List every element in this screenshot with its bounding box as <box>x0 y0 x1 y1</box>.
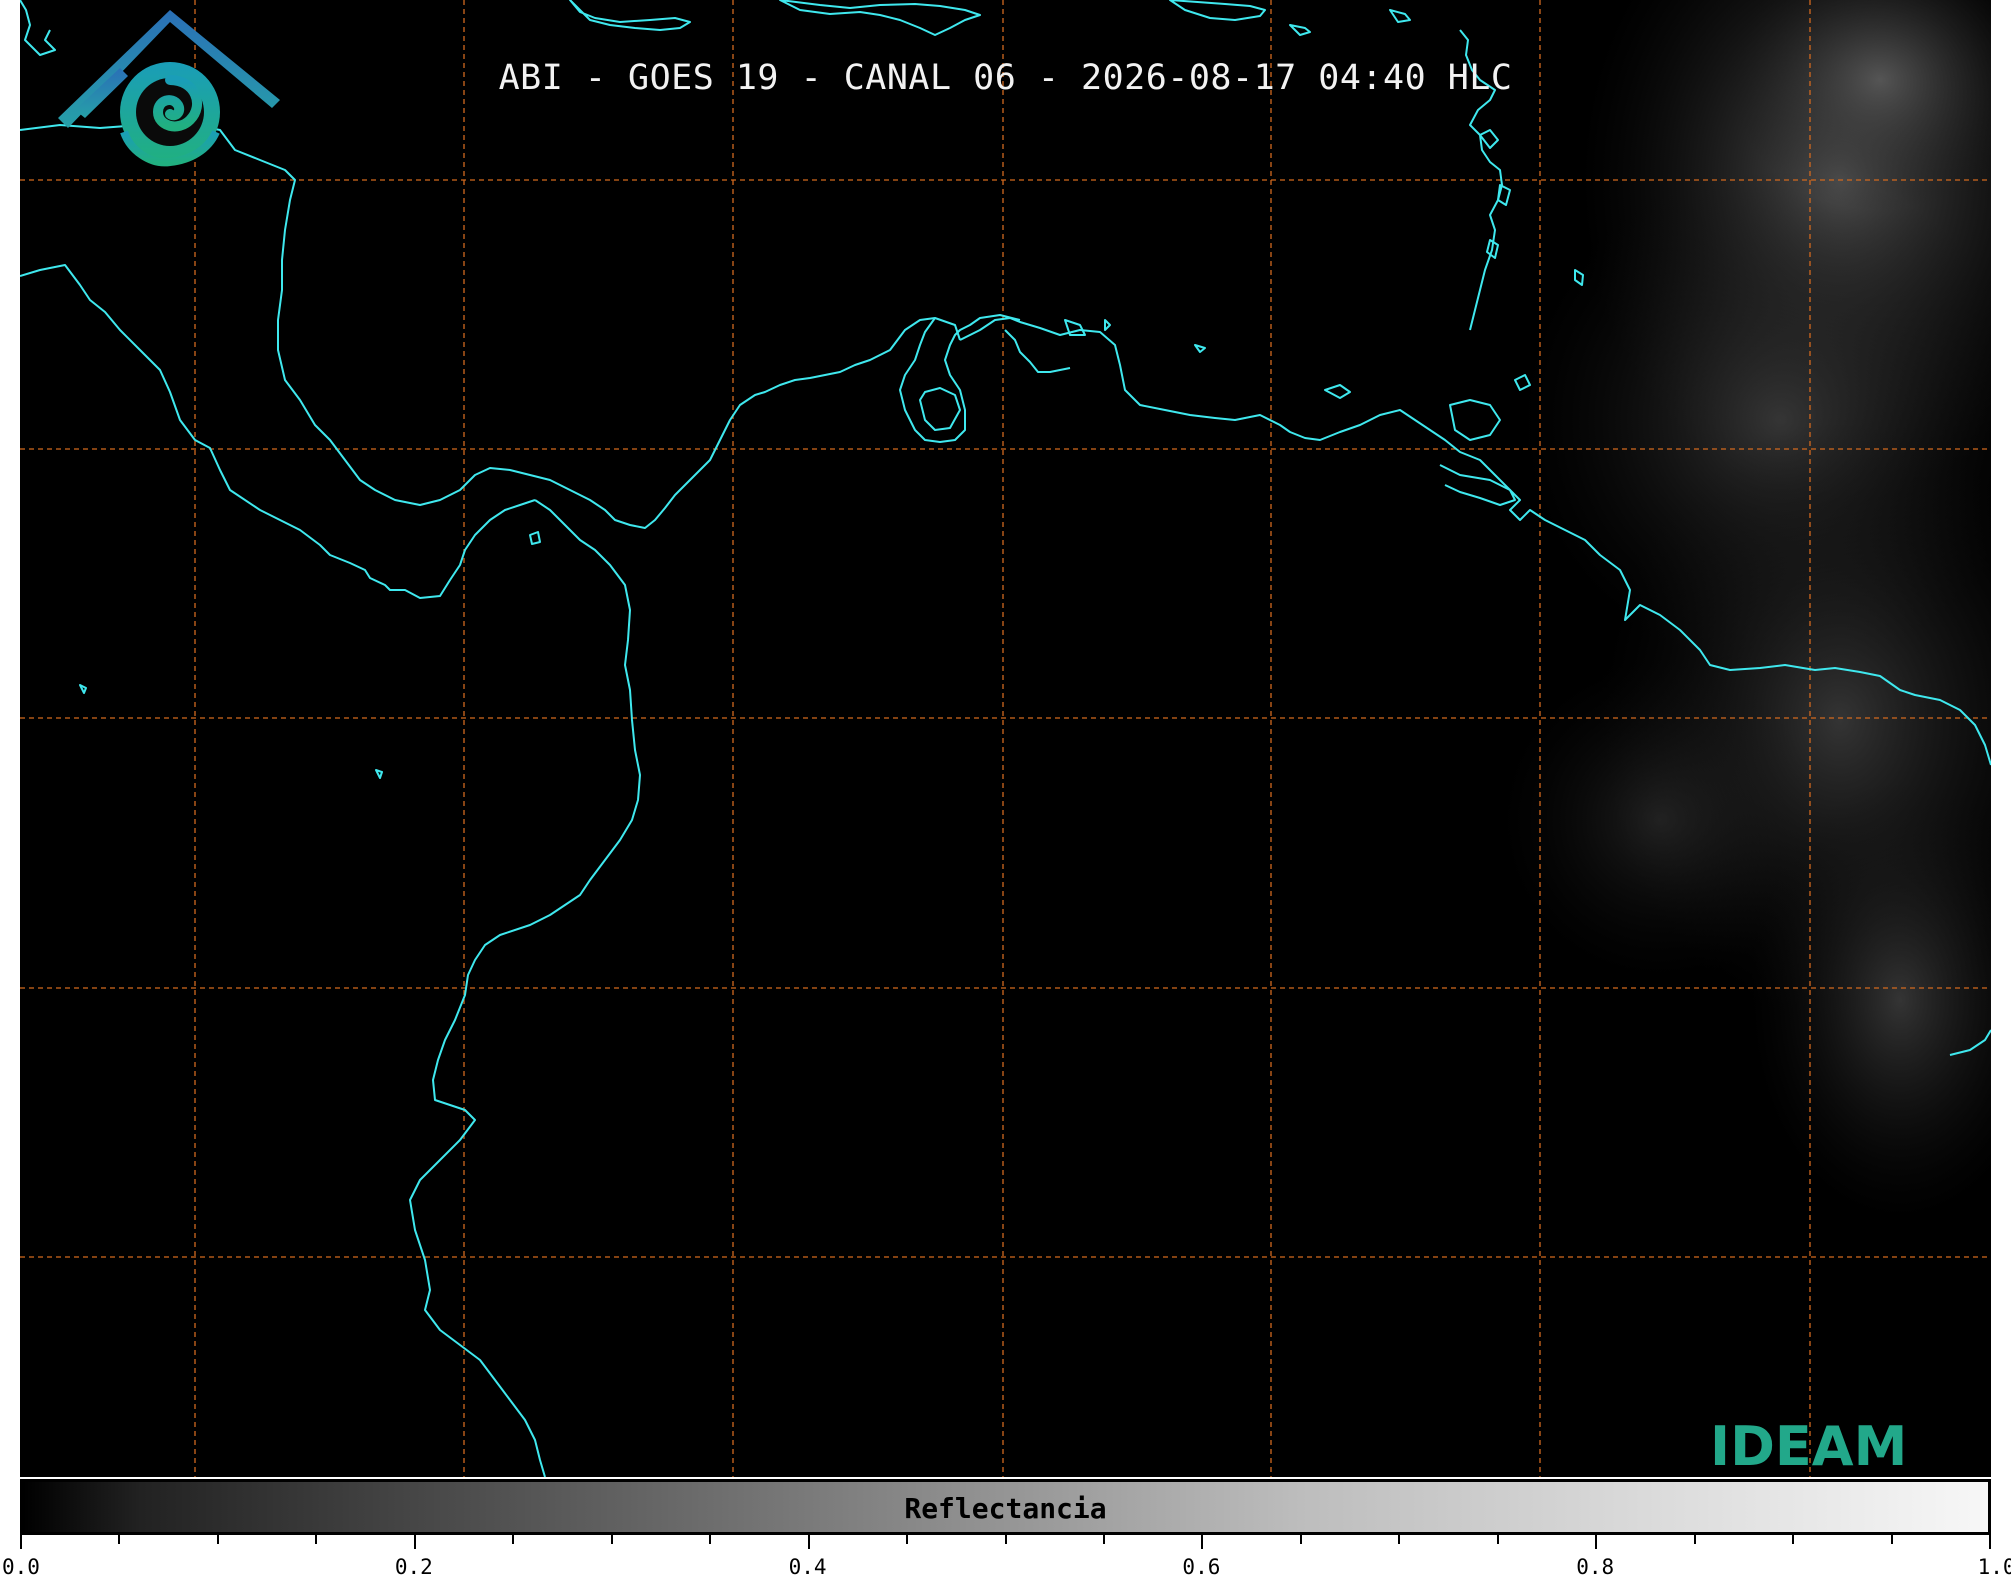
colorbar-tick-label: 0.4 <box>788 1555 827 1579</box>
colorbar-tick-label: 0.6 <box>1182 1555 1221 1579</box>
colorbar-minor-tick <box>1693 1535 1696 1544</box>
coastline-pacific <box>20 264 536 599</box>
colorbar-minor-tick <box>1890 1535 1893 1544</box>
coastline-antilles-3 <box>1169 0 1266 21</box>
colorbar-major-tick <box>807 1535 810 1549</box>
map-canvas <box>20 0 1991 1477</box>
coastline-island-k <box>79 684 87 694</box>
coastline-antilles-5 <box>1389 9 1411 23</box>
colorbar-minor-tick <box>1102 1535 1105 1544</box>
lake-maracaibo <box>919 387 961 431</box>
colorbar-major-tick <box>1989 1535 1991 1549</box>
colorbar: Reflectancia <box>20 1479 1991 1535</box>
coastline-island-h <box>1194 344 1206 353</box>
coastline-island-i <box>1324 384 1351 399</box>
colorbar-minor-tick <box>1496 1535 1499 1544</box>
map-title: ABI - GOES 19 - CANAL 06 - 2026-08-17 04… <box>498 58 1513 98</box>
coastline-antilles-2 <box>779 0 981 36</box>
colorbar-minor-tick <box>1792 1535 1795 1544</box>
coastline-trinidad <box>1449 399 1501 441</box>
colorbar-minor-tick <box>118 1535 121 1544</box>
colorbar-tick-label: 0.2 <box>394 1555 433 1579</box>
colorbar-minor-tick <box>315 1535 318 1544</box>
coastline-island-g <box>1104 319 1111 331</box>
coastline-island-a <box>1479 129 1499 149</box>
colorbar-tick-label: 0.8 <box>1576 1555 1615 1579</box>
coastline-antilles-1 <box>569 0 691 31</box>
colorbar-major-tick <box>20 1535 22 1549</box>
coastline-guajira <box>899 314 1021 443</box>
colorbar-major-tick <box>1595 1535 1598 1549</box>
colorbar-minor-tick <box>1299 1535 1302 1544</box>
colorbar-minor-tick <box>1004 1535 1007 1544</box>
colorbar-major-tick <box>1201 1535 1204 1549</box>
satellite-map: ABI - GOES 19 - CANAL 06 - 2026-08-17 04… <box>20 0 1991 1477</box>
coastline-antilles-4 <box>1289 24 1311 36</box>
colorbar-tick-label: 1.0 <box>1977 1555 2011 1579</box>
coastline-island-l <box>375 769 383 779</box>
ideam-logo-icon <box>58 10 280 167</box>
colorbar-minor-tick <box>906 1535 909 1544</box>
colorbar-major-tick <box>413 1535 416 1549</box>
colorbar-minor-tick <box>512 1535 515 1544</box>
ideam-logo-text: IDEAM <box>1710 1415 1908 1477</box>
colorbar-tick-label: 0.0 <box>2 1555 40 1579</box>
colorbar-axis: 0.0 0.2 0.4 0.6 0.8 1.0 <box>2 1535 2011 1579</box>
colorbar-minor-tick <box>610 1535 613 1544</box>
coastline-paraguana <box>1004 329 1071 373</box>
colorbar-minor-tick <box>709 1535 712 1544</box>
colorbar-minor-tick <box>1398 1535 1401 1544</box>
colorbar-label: Reflectancia <box>904 1492 1107 1525</box>
coastline-island-j <box>529 531 541 545</box>
colorbar-minor-tick <box>216 1535 219 1544</box>
cloud-field <box>1500 0 1991 1220</box>
